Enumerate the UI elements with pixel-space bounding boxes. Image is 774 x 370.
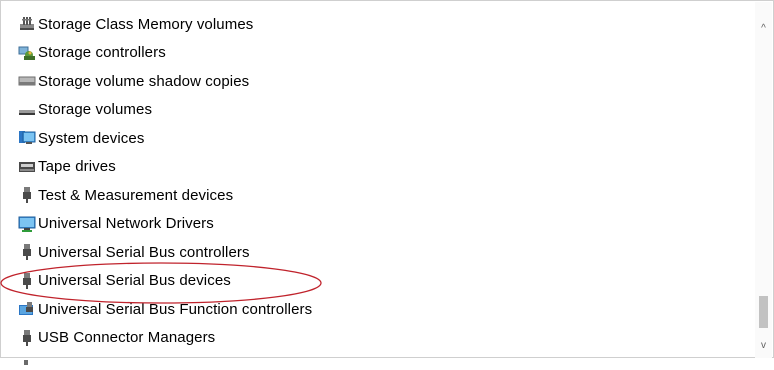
tree-item-test-measurement-devices[interactable]: Test & Measurement devices [18,181,738,210]
tree-item-label: USB Connector Managers [38,329,216,347]
scroll-up-button[interactable]: ^ [755,20,772,37]
tree-item-universal-network-drivers[interactable]: Universal Network Drivers [18,210,738,239]
scrollbar-thumb[interactable] [759,296,768,328]
chevron-up-icon: ^ [761,23,766,34]
tree-item-usb-controllers[interactable]: Universal Serial Bus controllers [18,238,738,267]
device-tree-panel: Storage Class Memory volumes Storage con… [0,0,774,365]
tree-item-tape-drives[interactable]: Tape drives [18,153,738,182]
vertical-scrollbar[interactable]: ^ v [755,2,772,358]
storage-class-memory-icon [18,15,36,33]
tree-item-usb-connector-managers[interactable]: USB Connector Managers [18,324,738,353]
usb-plug-icon [18,272,36,290]
tree-item-label: Universal Serial Bus controllers [38,243,250,261]
tree-item-storage-volumes[interactable]: Storage volumes [18,96,738,125]
tree-item-storage-class-memory-volumes[interactable]: Storage Class Memory volumes [18,10,738,39]
tree-item-label: Storage volume shadow copies [38,72,250,90]
volume-icon [18,101,36,119]
tape-drive-icon [18,158,36,176]
usb-plug-icon [18,243,36,261]
device-tree: Storage Class Memory volumes Storage con… [18,10,738,352]
tree-item-label: Universal Network Drivers [38,215,214,233]
tree-item-label: Storage volumes [38,101,153,119]
tree-item-label: Storage controllers [38,44,166,62]
tree-item-label: Universal Serial Bus devices [38,272,231,290]
tree-item-system-devices[interactable]: System devices [18,124,738,153]
tree-item-storage-volume-shadow-copies[interactable]: Storage volume shadow copies [18,67,738,96]
tree-item-storage-controllers[interactable]: Storage controllers [18,39,738,68]
network-icon [18,215,36,233]
tree-item-label: Universal Serial Bus Function controller… [38,300,313,318]
tree-item-label: System devices [38,129,145,147]
system-devices-icon [18,129,36,147]
usb-plug-icon [18,329,36,347]
usb-plug-icon [18,186,36,204]
tree-item-label: Storage Class Memory volumes [38,15,254,33]
scroll-down-button[interactable]: v [755,337,772,354]
chevron-down-icon: v [761,340,766,351]
tree-item-usb-devices[interactable]: Universal Serial Bus devices [18,267,738,296]
usb-function-icon [18,300,36,318]
tree-item-label: Tape drives [38,158,116,176]
storage-controller-icon [18,44,36,62]
drive-icon [18,72,36,90]
tree-item-label: Test & Measurement devices [38,186,234,204]
partial-next-item-icon [21,352,31,365]
tree-item-usb-function-controllers[interactable]: Universal Serial Bus Function controller… [18,295,738,324]
